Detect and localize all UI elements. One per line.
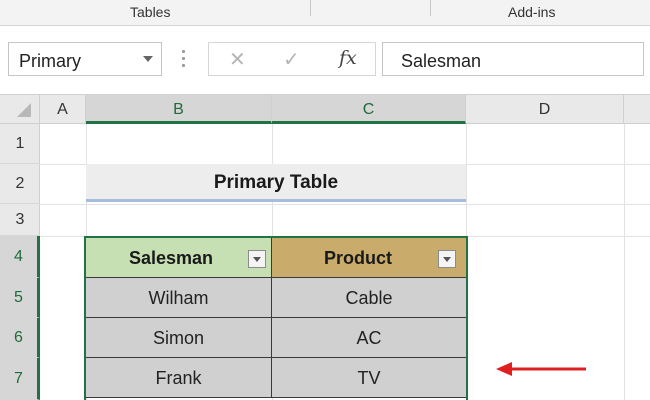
table-cell[interactable]: Frank: [86, 358, 272, 398]
table-cell[interactable]: Cable: [272, 278, 466, 318]
select-all-corner[interactable]: [0, 95, 40, 124]
formula-input-value: Salesman: [401, 51, 482, 71]
formula-buttons: ✕ ✓ fx: [208, 42, 376, 76]
name-box-value: Primary: [19, 51, 81, 71]
table-cell[interactable]: TV: [272, 358, 466, 398]
row-header-3[interactable]: 3: [0, 204, 40, 236]
column-header-b[interactable]: B: [86, 95, 272, 124]
ribbon-separator: [310, 0, 311, 16]
row-header-4[interactable]: 4: [0, 236, 40, 278]
gridline: [40, 204, 650, 205]
filter-dropdown-icon[interactable]: [248, 250, 266, 268]
chevron-down-icon[interactable]: [143, 56, 153, 62]
ribbon-group-labels: Tables Add-ins: [0, 0, 650, 26]
header-label-salesman: Salesman: [128, 248, 214, 268]
ribbon-separator: [430, 0, 431, 16]
worksheet-grid: A B C D 1 2 3 4 5 6 7 Primary Table Sale…: [0, 94, 650, 400]
row-header-1[interactable]: 1: [0, 124, 40, 164]
insert-function-icon[interactable]: fx: [339, 47, 357, 69]
cell-value: Cable: [345, 288, 393, 308]
checkmark-icon[interactable]: ✓: [283, 47, 300, 72]
cell-value: Frank: [155, 368, 202, 388]
row-header-6[interactable]: 6: [0, 318, 40, 358]
row-header-7[interactable]: 7: [0, 358, 40, 400]
primary-table: Salesman Product Wilham Cable Simon AC F…: [84, 236, 468, 400]
formula-bar: Primary ✕ ✓ fx Salesman: [0, 26, 650, 94]
sheet-title: Primary Table: [213, 172, 339, 193]
column-header-a[interactable]: A: [40, 95, 86, 124]
column-header-d[interactable]: D: [466, 95, 624, 124]
cell-value: Simon: [152, 328, 205, 348]
column-header-c[interactable]: C: [272, 95, 466, 124]
title-cell[interactable]: Primary Table: [86, 164, 466, 202]
header-cell-product[interactable]: Product: [272, 238, 466, 278]
name-box[interactable]: Primary: [8, 42, 162, 76]
formula-input[interactable]: Salesman: [382, 42, 644, 76]
row-header-2[interactable]: 2: [0, 164, 40, 204]
close-icon[interactable]: ✕: [229, 47, 246, 72]
table-cell[interactable]: AC: [272, 318, 466, 358]
gridline: [624, 124, 625, 400]
cell-value: TV: [357, 368, 381, 388]
table-cell[interactable]: Wilham: [86, 278, 272, 318]
header-label-product: Product: [323, 248, 392, 268]
row-header-column: 1 2 3 4 5 6 7: [0, 124, 40, 400]
ribbon-group-tables: Tables: [130, 4, 171, 20]
header-cell-salesman[interactable]: Salesman: [86, 238, 272, 278]
arrow-left-icon: [496, 362, 586, 376]
table-cell[interactable]: Simon: [86, 318, 272, 358]
select-all-icon: [17, 103, 31, 117]
cell-value: AC: [356, 328, 382, 348]
row-header-5[interactable]: 5: [0, 278, 40, 318]
column-header-row: A B C D: [0, 94, 650, 124]
drag-handle-icon[interactable]: [182, 50, 186, 70]
ribbon-group-addins: Add-ins: [508, 4, 556, 20]
filter-dropdown-icon[interactable]: [438, 250, 456, 268]
cell-value: Wilham: [148, 288, 209, 308]
